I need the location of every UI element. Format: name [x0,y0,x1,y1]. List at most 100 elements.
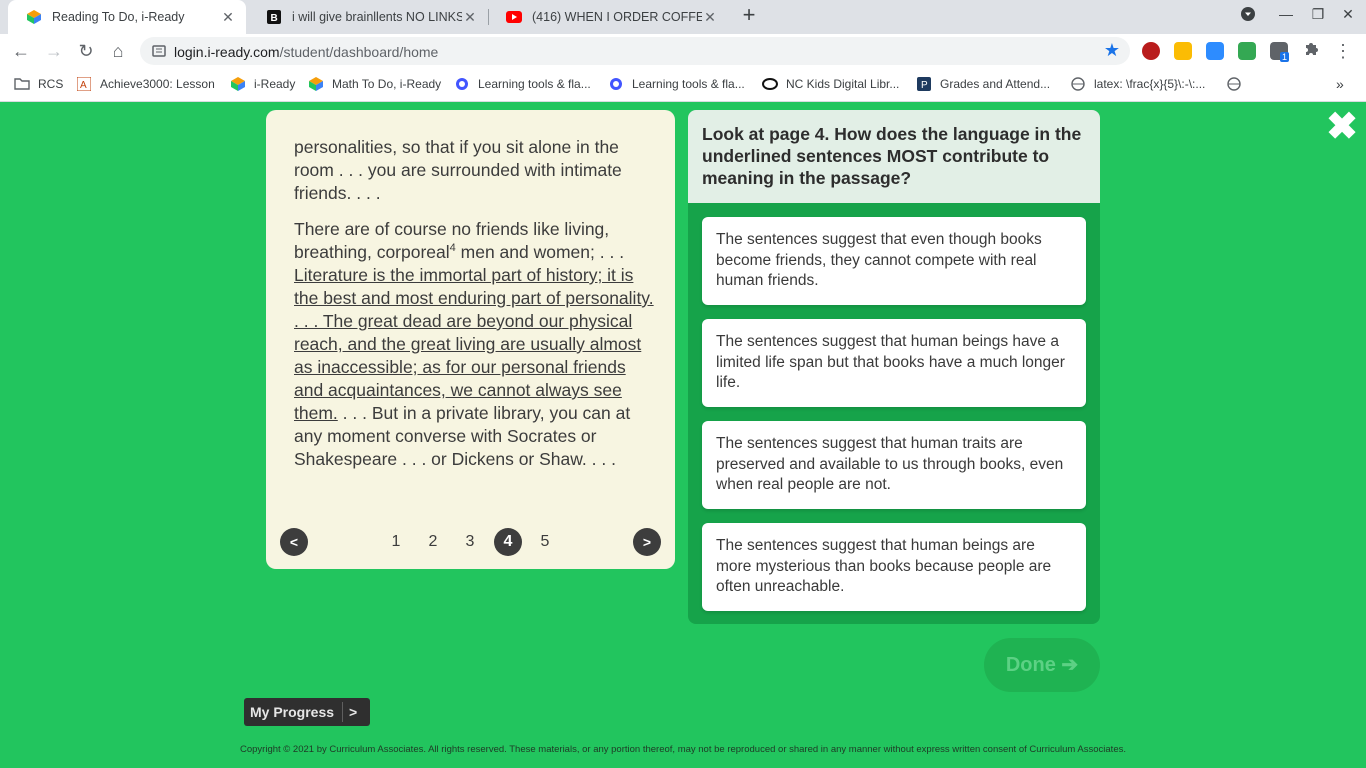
bookmark-math-to-do[interactable]: Math To Do, i-Ready [308,76,441,92]
achieve-icon: A [76,76,92,92]
globe-icon [1070,76,1086,92]
tab-search-icon[interactable] [1236,6,1260,25]
bookmarks-bar: RCS A Achieve3000: Lesson i-Ready Math T… [0,68,1366,102]
answer-choice-c[interactable]: The sentences suggest that human traits … [702,421,1086,509]
browser-menu-icon[interactable]: ⋮ [1332,40,1354,62]
bookmark-rcs[interactable]: RCS [14,76,63,92]
done-button[interactable]: Done ➔ [984,638,1100,692]
answer-choice-b[interactable]: The sentences suggest that human beings … [702,319,1086,407]
tab-youtube[interactable]: (416) WHEN I ORDER COFFEE - S ✕ [488,0,728,34]
tab-title: (416) WHEN I ORDER COFFEE - S [532,10,702,24]
bookmark-label: latex: \frac{x}{5}\:-\:... [1094,77,1206,91]
forward-button[interactable]: → [43,40,65,62]
iready-icon [230,76,246,92]
underlined-sentences: Literature is the immortal part of histo… [294,265,654,423]
youtube-icon [506,9,522,25]
bookmark-iready[interactable]: i-Ready [230,76,295,92]
minimize-button[interactable]: — [1274,6,1298,22]
bookmark-label: Achieve3000: Lesson [100,77,215,91]
close-lesson-icon[interactable]: ✖ [1326,108,1358,146]
passage-paragraph: There are of course no friends like livi… [294,218,654,471]
passage-text-span: men and women; . . . [455,242,625,262]
url-path: /student/dashboard/home [279,44,439,60]
tab-title: Reading To Do, i-Ready [52,10,185,24]
home-button[interactable]: ⌂ [107,40,129,62]
globe-icon [1226,76,1242,92]
iready-icon [26,9,42,25]
bookmark-globe[interactable] [1226,76,1250,92]
question-text: Look at page 4. How does the language in… [688,110,1100,203]
copyright-text: Copyright © 2021 by Curriculum Associate… [240,744,1126,755]
chevron-right-icon: > [349,704,358,720]
svg-text:P: P [921,80,928,91]
bookmarks-overflow-icon[interactable]: » [1336,76,1344,92]
quizlet-icon [608,76,624,92]
passage-text-span: . . . But in a private library, you can … [294,403,631,469]
iready-icon [308,76,324,92]
site-info-icon[interactable] [152,44,166,58]
answer-choice-d[interactable]: The sentences suggest that human beings … [702,523,1086,611]
url-domain: login.i-ready.com [174,44,280,60]
prev-page-button[interactable]: < [280,528,308,556]
svg-text:B: B [271,13,278,24]
extension-check-icon[interactable] [1238,42,1256,60]
restore-button[interactable]: ❐ [1306,6,1330,23]
zoom-icon[interactable] [1206,42,1224,60]
bookmark-label: Learning tools & fla... [478,77,591,91]
next-page-button[interactable]: > [633,528,661,556]
divider [342,702,343,722]
extension-m-icon[interactable] [1142,42,1160,60]
page-3-button[interactable]: 3 [456,528,484,556]
my-progress-button[interactable]: My Progress > [244,698,370,726]
extensions-puzzle-icon[interactable] [1300,40,1322,62]
answer-choice-a[interactable]: The sentences suggest that even though b… [702,217,1086,305]
address-bar[interactable]: login.i-ready.com/student/dashboard/home… [140,37,1130,65]
brainly-icon: B [266,9,282,25]
bookmark-powerschool[interactable]: P Grades and Attend... [916,76,1050,92]
reload-button[interactable]: ↻ [75,40,97,62]
url-text: login.i-ready.com/student/dashboard/home [174,44,438,60]
bookmark-achieve3000[interactable]: A Achieve3000: Lesson [76,76,215,92]
folder-icon [14,76,30,92]
google-classroom-icon[interactable] [1174,42,1192,60]
bookmark-label: i-Ready [254,77,296,91]
bookmark-nc-kids[interactable]: NC Kids Digital Libr... [762,76,899,92]
extension-image-icon[interactable]: 1 [1270,42,1290,62]
powerschool-icon: P [916,76,932,92]
tab-brainly[interactable]: B i will give brainllents NO LINKS - ✕ [248,0,488,34]
page-1-button[interactable]: 1 [382,528,410,556]
page-4-button[interactable]: 4 [494,528,522,556]
my-progress-label: My Progress [250,704,335,720]
bookmark-star-icon[interactable]: ★ [1104,40,1120,61]
bookmark-label: Grades and Attend... [940,77,1051,91]
page-5-button[interactable]: 5 [531,528,559,556]
page-2-button[interactable]: 2 [419,528,447,556]
close-window-button[interactable]: ✕ [1336,6,1360,23]
bookmark-latex[interactable]: latex: \frac{x}{5}\:-\:... [1070,76,1205,92]
bookmark-quizlet-2[interactable]: Learning tools & fla... [608,76,745,92]
arrow-right-icon: ➔ [1061,654,1079,676]
new-tab-button[interactable]: + [738,4,760,27]
question-panel: Look at page 4. How does the language in… [688,110,1100,624]
done-label: Done [1005,654,1056,676]
browser-toolbar: ← → ↻ ⌂ login.i-ready.com/student/dashbo… [0,34,1366,68]
passage-panel: personalities, so that if you sit alone … [266,110,675,569]
passage-paragraph: personalities, so that if you sit alone … [294,137,622,203]
tab-reading-to-do[interactable]: Reading To Do, i-Ready ✕ [8,0,246,34]
tab-title: i will give brainllents NO LINKS - [292,10,462,24]
passage-text: personalities, so that if you sit alone … [294,136,654,484]
extension-badge: 1 [1280,52,1290,62]
overdrive-icon [762,76,778,92]
bookmark-label: RCS [38,77,64,91]
svg-text:A: A [80,80,87,91]
bookmark-label: NC Kids Digital Libr... [786,77,900,91]
close-tab-icon[interactable]: ✕ [220,9,236,26]
quizlet-icon [454,76,470,92]
bookmark-label: Math To Do, i-Ready [332,77,442,91]
close-tab-icon[interactable]: ✕ [462,9,478,26]
bookmark-quizlet-1[interactable]: Learning tools & fla... [454,76,591,92]
close-tab-icon[interactable]: ✕ [702,9,718,26]
bookmark-label: Learning tools & fla... [632,77,745,91]
back-button[interactable]: ← [10,40,32,62]
tab-strip: Reading To Do, i-Ready ✕ B i will give b… [0,0,1366,34]
